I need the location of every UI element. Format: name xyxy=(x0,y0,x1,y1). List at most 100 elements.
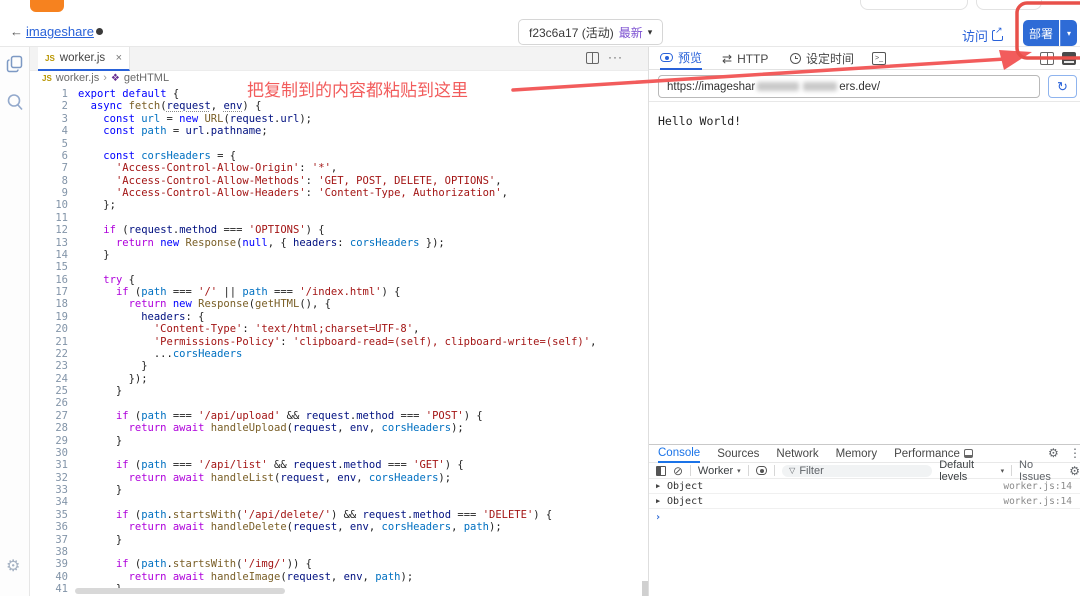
breadcrumb[interactable]: JS worker.js › ❖ getHTML xyxy=(42,72,169,84)
context-dropdown[interactable]: Worker ▾ xyxy=(698,465,741,477)
url-input[interactable]: https://imageshar ers.dev/ xyxy=(658,75,1040,98)
code-line[interactable]: return await handleImage(request, env, p… xyxy=(78,571,640,583)
code-line[interactable]: return await handleList(request, env, co… xyxy=(78,472,640,484)
code-line[interactable]: export default { xyxy=(78,88,640,100)
code-line[interactable]: } xyxy=(78,385,640,397)
code-line[interactable]: 'Access-Control-Allow-Methods': 'GET, PO… xyxy=(78,175,640,187)
deploy-dropdown-caret[interactable]: ▾ xyxy=(1060,20,1077,46)
back-arrow-icon[interactable]: ← xyxy=(10,24,23,39)
console-prompt-chevron[interactable]: › xyxy=(655,512,661,523)
code-line[interactable] xyxy=(78,261,640,273)
code-line[interactable]: } xyxy=(78,484,640,496)
tab-preview[interactable]: 预览 xyxy=(660,47,702,70)
code-line[interactable]: }; xyxy=(78,199,640,211)
devtools-toggle-icon[interactable] xyxy=(1062,52,1076,65)
devtools-tab-memory[interactable]: Memory xyxy=(836,445,878,463)
console-log-entry[interactable]: ▶ Object worker.js:14 xyxy=(649,494,1080,509)
code-line[interactable]: }); xyxy=(78,373,640,385)
chevron-down-icon: ▾ xyxy=(1001,467,1005,475)
more-actions-icon[interactable]: ··· xyxy=(608,50,623,64)
project-breadcrumb-link[interactable]: imageshare xyxy=(26,24,94,39)
code-line[interactable]: return await handleDelete(request, env, … xyxy=(78,521,640,533)
code-line[interactable]: if (path === '/' || path === '/index.htm… xyxy=(78,286,640,298)
line-number: 27 xyxy=(30,410,68,422)
code-line[interactable] xyxy=(78,397,640,409)
code-line[interactable] xyxy=(78,546,640,558)
refresh-button[interactable]: ↻ xyxy=(1048,75,1077,98)
visit-link[interactable]: 访问 xyxy=(962,26,1003,45)
split-editor-icon[interactable] xyxy=(586,52,599,64)
code-line[interactable]: if (request.method === 'OPTIONS') { xyxy=(78,224,640,236)
close-icon[interactable]: × xyxy=(116,52,122,64)
devtools-tab-console[interactable]: Console xyxy=(658,445,700,463)
code-line[interactable]: 'Content-Type': 'text/html;charset=UTF-8… xyxy=(78,323,640,335)
devtools-tab-network[interactable]: Network xyxy=(776,445,818,463)
layout-grid-icon[interactable] xyxy=(1040,52,1054,65)
code-line[interactable]: ...corsHeaders xyxy=(78,348,640,360)
gear-icon[interactable]: ⚙ xyxy=(6,556,24,574)
version-id: f23c6a17 (活动) xyxy=(529,24,614,41)
code-line[interactable]: } xyxy=(78,534,640,546)
horizontal-scrollbar[interactable] xyxy=(75,588,285,594)
log-source-link[interactable]: worker.js:14 xyxy=(1003,496,1072,507)
code-line[interactable]: try { xyxy=(78,274,640,286)
code-line[interactable]: if (path === '/api/upload' && request.me… xyxy=(78,410,640,422)
breadcrumb-symbol[interactable]: getHTML xyxy=(124,72,169,84)
tab-title: worker.js xyxy=(60,52,105,64)
console-settings-gear-icon[interactable]: ⚙ xyxy=(1069,464,1080,478)
code-line[interactable]: 'Access-Control-Allow-Headers': 'Content… xyxy=(78,187,640,199)
code-line[interactable]: if (path === '/api/list' && request.meth… xyxy=(78,459,640,471)
devtools-tab-label: Sources xyxy=(717,448,759,460)
files-icon[interactable] xyxy=(6,55,24,73)
console-log-entry[interactable]: ▶ Object worker.js:14 xyxy=(649,479,1080,494)
expand-triangle-icon[interactable]: ▶ xyxy=(656,497,660,505)
code-line[interactable]: 'Access-Control-Allow-Origin': '*', xyxy=(78,162,640,174)
code-line[interactable]: } xyxy=(78,249,640,261)
version-dropdown[interactable]: f23c6a17 (活动) 最新 ▾ xyxy=(518,19,663,45)
code-line[interactable] xyxy=(78,496,640,508)
code-line[interactable]: const corsHeaders = { xyxy=(78,150,640,162)
code-line[interactable]: async fetch(request, env) { xyxy=(78,100,640,112)
clear-console-icon[interactable]: ⊘ xyxy=(673,465,683,477)
code-area[interactable]: export default { async fetch(request, en… xyxy=(78,88,640,596)
terminal-tab-icon[interactable]: >_ xyxy=(872,52,886,65)
log-source-link[interactable]: worker.js:14 xyxy=(1003,481,1072,492)
devtools-tab-sources[interactable]: Sources xyxy=(717,445,759,463)
tab-worker-js[interactable]: JS worker.js × xyxy=(38,47,130,71)
code-line[interactable]: const url = new URL(request.url); xyxy=(78,113,640,125)
tab-preview-label: 预览 xyxy=(678,49,702,66)
code-line[interactable]: 'Permissions-Policy': 'clipboard-read=(s… xyxy=(78,336,640,348)
code-line[interactable]: headers: { xyxy=(78,311,640,323)
devtools-more-icon[interactable]: ⋮ xyxy=(1069,446,1080,460)
log-object-label: Object xyxy=(667,496,703,507)
line-number: 9 xyxy=(30,187,68,199)
tab-schedule[interactable]: 设定时间 xyxy=(790,47,854,70)
code-line[interactable]: if (path.startsWith('/img/')) { xyxy=(78,558,640,570)
code-line[interactable]: } xyxy=(78,360,640,372)
line-number: 22 xyxy=(30,348,68,360)
search-icon[interactable] xyxy=(6,93,24,111)
tab-http[interactable]: ⇄ HTTP xyxy=(722,47,768,70)
context-label: Worker xyxy=(698,465,733,477)
funnel-icon: ▽ xyxy=(789,466,795,475)
code-line[interactable]: } xyxy=(78,435,640,447)
code-line[interactable]: return new Response(null, { headers: cor… xyxy=(78,237,640,249)
deploy-button[interactable]: 部署 xyxy=(1023,20,1059,46)
live-expression-eye-icon[interactable] xyxy=(756,466,768,475)
code-line[interactable] xyxy=(78,447,640,459)
top-cropped-button[interactable] xyxy=(860,0,968,10)
console-sidebar-icon[interactable] xyxy=(656,466,666,476)
tab-http-label: HTTP xyxy=(737,52,768,66)
code-line[interactable]: return new Response(getHTML(), { xyxy=(78,298,640,310)
divider xyxy=(774,465,775,476)
code-line[interactable]: if (path.startsWith('/api/delete/') && r… xyxy=(78,509,640,521)
code-line[interactable]: return await handleUpload(request, env, … xyxy=(78,422,640,434)
console-filter-input[interactable]: ▽ Filter xyxy=(782,465,932,477)
code-line[interactable] xyxy=(78,138,640,150)
top-cropped-button[interactable] xyxy=(976,0,1042,10)
code-line[interactable]: const path = url.pathname; xyxy=(78,125,640,137)
divider xyxy=(748,465,749,476)
breadcrumb-file[interactable]: worker.js xyxy=(56,72,99,84)
code-line[interactable] xyxy=(78,212,640,224)
expand-triangle-icon[interactable]: ▶ xyxy=(656,482,660,490)
